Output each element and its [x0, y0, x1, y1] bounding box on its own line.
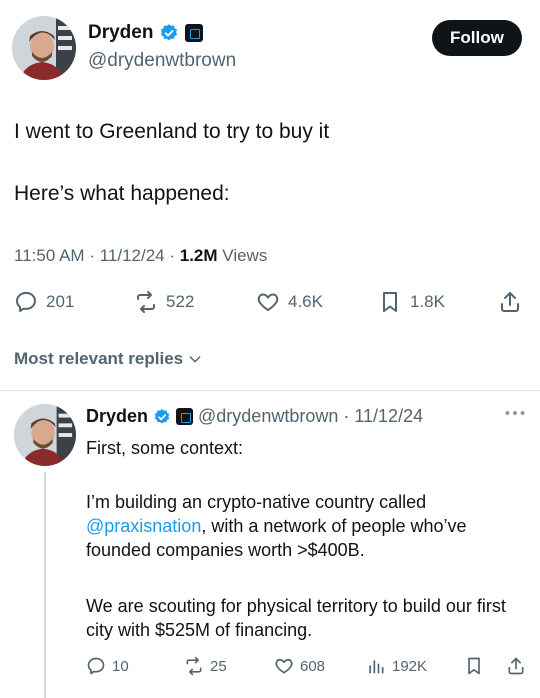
meta-separator: · — [169, 246, 180, 265]
reply-repost-count: 25 — [210, 657, 227, 675]
views-count: 1.2M — [179, 246, 218, 265]
chevron-down-icon — [189, 356, 201, 363]
like-count: 4.6K — [288, 292, 323, 311]
meta-separator: · — [343, 406, 350, 426]
share-icon — [508, 657, 524, 675]
reply-icon — [87, 657, 105, 675]
replies-sort-label: Most relevant replies — [14, 349, 184, 368]
like-button[interactable]: 4.6K — [256, 290, 323, 314]
reply-like-count: 608 — [300, 657, 326, 675]
share-button[interactable] — [498, 290, 522, 314]
reply-button[interactable]: 201 — [14, 290, 74, 314]
reply-date[interactable]: 11/12/24 — [354, 406, 423, 427]
reply-views-button[interactable]: 192K — [366, 656, 427, 676]
repost-count: 522 — [166, 292, 195, 311]
divider — [0, 390, 540, 391]
meta-separator: · — [89, 246, 100, 265]
reply-views-count: 192K — [392, 657, 428, 675]
affiliate-badge-icon — [185, 24, 204, 42]
repost-icon — [137, 291, 155, 313]
views-icon — [369, 660, 384, 674]
bookmark-icon — [383, 292, 397, 312]
thread-line — [44, 472, 46, 698]
like-icon — [257, 293, 279, 311]
more-icon — [505, 411, 525, 415]
reply-author-handle[interactable]: @drydenwtbrown — [198, 406, 338, 427]
bookmark-count: 1.8K — [410, 292, 445, 311]
verified-badge-icon — [154, 408, 170, 424]
reply-text-line1: First, some context: — [86, 438, 244, 458]
author-avatar[interactable] — [12, 16, 76, 80]
repost-button[interactable]: 522 — [134, 290, 194, 314]
reply-like-button[interactable]: 608 — [274, 656, 325, 676]
reply-share-button[interactable] — [506, 656, 526, 676]
replies-sort-dropdown[interactable]: Most relevant replies — [14, 349, 203, 369]
share-icon — [501, 292, 519, 312]
reply-count: 201 — [46, 292, 75, 311]
reply-bookmark-button[interactable] — [464, 656, 484, 676]
author-name[interactable]: Dryden — [88, 22, 153, 44]
reply-author-name[interactable]: Dryden — [86, 406, 148, 427]
tweet-date[interactable]: 11/12/24 — [100, 246, 165, 265]
author-handle[interactable]: @drydenwtbrown — [88, 50, 236, 72]
reply-p2-text: I’m building an crypto-native country ca… — [86, 492, 427, 512]
follow-button[interactable]: Follow — [432, 20, 522, 56]
bookmark-icon — [468, 657, 480, 675]
praxisnation-mention-link[interactable]: @praxisnation — [86, 516, 201, 536]
verified-badge-icon — [161, 24, 178, 41]
like-icon — [275, 658, 293, 674]
repost-icon — [186, 656, 202, 676]
affiliate-badge-icon — [176, 408, 194, 425]
tweet-text-line2: Here’s what happened: — [14, 182, 230, 205]
views-label: Views — [222, 246, 268, 265]
reply-paragraph-3: We are scouting for physical territory t… — [86, 596, 506, 640]
reply-icon — [16, 291, 36, 312]
tweet-time[interactable]: 11:50 AM — [14, 246, 85, 265]
tweet-text-line1: I went to Greenland to try to buy it — [14, 120, 330, 143]
reply-paragraph-2: I’m building an crypto-native country ca… — [86, 490, 532, 562]
reply-reply-count: 10 — [112, 657, 129, 675]
bookmark-button[interactable]: 1.8K — [378, 290, 445, 314]
more-button[interactable] — [502, 406, 528, 426]
reply-author-avatar[interactable] — [14, 404, 76, 466]
reply-reply-button[interactable]: 10 — [86, 656, 129, 676]
tweet-meta: 11:50 AM · 11/12/24 · 1.2M Views — [14, 246, 267, 266]
reply-repost-button[interactable]: 25 — [184, 656, 227, 676]
